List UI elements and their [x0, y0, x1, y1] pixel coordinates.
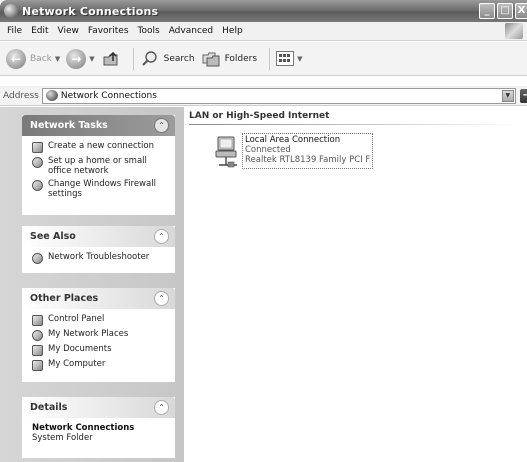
collapse-chevron-icon[interactable]: ⌃: [154, 291, 169, 306]
collapse-chevron-icon[interactable]: ⌃: [154, 229, 169, 244]
connection-status: Connected: [245, 145, 291, 155]
place-control-panel[interactable]: Control Panel: [32, 314, 169, 326]
place-label: My Documents: [48, 344, 112, 354]
toolbar-separator: [269, 47, 271, 70]
up-folder-button[interactable]: [101, 49, 121, 69]
see-also-header[interactable]: See Also ⌃: [22, 226, 175, 247]
place-label: My Computer: [48, 359, 106, 369]
views-icon: [276, 51, 295, 66]
maximize-button[interactable]: □: [497, 3, 513, 19]
windows-logo-icon: [505, 23, 523, 39]
collapse-chevron-icon[interactable]: ⌃: [154, 400, 169, 415]
back-arrow-icon: ←: [6, 48, 26, 69]
other-places-panel: Other Places ⌃ Control Panel My Network …: [22, 288, 175, 382]
place-label: My Network Places: [48, 329, 129, 339]
network-connections-icon: [4, 4, 18, 18]
place-my-documents[interactable]: My Documents: [32, 344, 169, 356]
address-value: Network Connections: [60, 90, 157, 101]
task-label: Create a new connection: [48, 141, 154, 151]
address-label: Address: [3, 90, 39, 101]
other-places-header[interactable]: Other Places ⌃: [22, 288, 175, 309]
menu-tools[interactable]: Tools: [135, 26, 166, 36]
menu-favorites[interactable]: Favorites: [85, 26, 135, 36]
menu-file[interactable]: File: [4, 26, 28, 36]
documents-icon: [32, 345, 43, 356]
network-places-icon: [32, 330, 43, 341]
task-label: Network Troubleshooter: [48, 252, 150, 262]
details-name: Network Connections: [32, 423, 135, 433]
details-type: System Folder: [32, 433, 93, 443]
forward-arrow-icon: →: [66, 48, 87, 69]
search-label: Search: [163, 53, 195, 64]
place-my-network-places[interactable]: My Network Places: [32, 329, 169, 341]
task-network-troubleshooter[interactable]: Network Troubleshooter: [32, 252, 169, 264]
firewall-icon: [32, 180, 43, 191]
folders-label: Folders: [224, 53, 258, 64]
toolbar: ← Back ▼ → ▼ Search Folders ▼: [0, 42, 527, 76]
go-button[interactable]: ➜ Go: [519, 88, 527, 103]
back-button[interactable]: ← Back ▼: [6, 48, 60, 69]
details-panel: Details ⌃ Network Connections System Fol…: [22, 397, 175, 458]
connection-label-box: Local Area Connection Connected Realtek …: [242, 133, 373, 169]
task-pane: Network Tasks ⌃ Create a new connection …: [0, 107, 184, 462]
group-divider: [189, 124, 523, 125]
go-arrow-icon: ➜: [519, 88, 527, 103]
task-home-network[interactable]: Set up a home or small office network: [32, 156, 169, 176]
menu-advanced[interactable]: Advanced: [166, 26, 219, 36]
network-tasks-header[interactable]: Network Tasks ⌃: [22, 115, 175, 136]
back-dropdown-icon[interactable]: ▼: [55, 55, 60, 63]
task-create-connection[interactable]: Create a new connection: [32, 141, 169, 153]
control-panel-icon: [32, 315, 43, 326]
forward-button[interactable]: → ▼: [66, 48, 95, 69]
computer-icon: [32, 360, 43, 371]
menu-view[interactable]: View: [55, 26, 85, 36]
details-title: Details: [30, 402, 68, 413]
network-tasks-title: Network Tasks: [30, 120, 108, 131]
network-connections-icon: [45, 90, 58, 101]
toolbar-separator: [132, 47, 134, 70]
place-my-computer[interactable]: My Computer: [32, 359, 169, 371]
window-title: Network Connections: [22, 4, 159, 18]
views-button[interactable]: ▼: [276, 51, 302, 66]
search-button[interactable]: Search: [140, 49, 195, 69]
address-field[interactable]: Network Connections ▼: [41, 87, 516, 104]
details-header[interactable]: Details ⌃: [22, 397, 175, 418]
menu-bar: File Edit View Favorites Tools Advanced …: [0, 22, 527, 41]
views-dropdown-icon[interactable]: ▼: [297, 55, 302, 63]
folders-icon: [202, 52, 220, 66]
see-also-panel: See Also ⌃ Network Troubleshooter: [22, 226, 175, 273]
lan-connection-icon: [215, 136, 237, 168]
home-network-icon: [32, 157, 43, 168]
search-icon: [141, 50, 157, 66]
window-controls: _ □ X: [479, 3, 527, 19]
close-button[interactable]: X: [515, 3, 527, 19]
help-icon: [32, 253, 43, 264]
menu-help[interactable]: Help: [219, 26, 249, 36]
connection-name: Local Area Connection: [245, 135, 341, 145]
folders-button[interactable]: Folders: [201, 49, 258, 69]
title-bar[interactable]: Network Connections _ □ X: [0, 0, 527, 22]
task-label: Change Windows Firewall settings: [48, 179, 156, 199]
group-header: LAN or High-Speed Internet: [189, 111, 330, 121]
collapse-chevron-icon[interactable]: ⌃: [154, 118, 169, 133]
address-bar: Address Network Connections ▼ ➜ Go: [0, 86, 527, 106]
up-folder-icon: [103, 51, 118, 65]
connection-device: Realtek RTL8139 Family PCI F...: [245, 155, 370, 165]
address-dropdown-icon[interactable]: ▼: [501, 89, 514, 102]
task-label: Set up a home or small office network: [48, 156, 147, 176]
menu-edit[interactable]: Edit: [28, 26, 54, 36]
other-places-title: Other Places: [30, 293, 99, 304]
place-label: Control Panel: [48, 314, 105, 324]
connection-item[interactable]: Local Area Connection Connected Realtek …: [215, 133, 373, 169]
new-connection-icon: [32, 142, 43, 153]
minimize-button[interactable]: _: [479, 3, 495, 19]
task-firewall[interactable]: Change Windows Firewall settings: [32, 179, 169, 199]
back-label: Back: [30, 53, 52, 64]
network-tasks-panel: Network Tasks ⌃ Create a new connection …: [22, 115, 175, 215]
see-also-title: See Also: [30, 231, 76, 242]
forward-dropdown-icon[interactable]: ▼: [89, 55, 94, 63]
connections-view: LAN or High-Speed Internet Local Area Co…: [184, 107, 527, 462]
